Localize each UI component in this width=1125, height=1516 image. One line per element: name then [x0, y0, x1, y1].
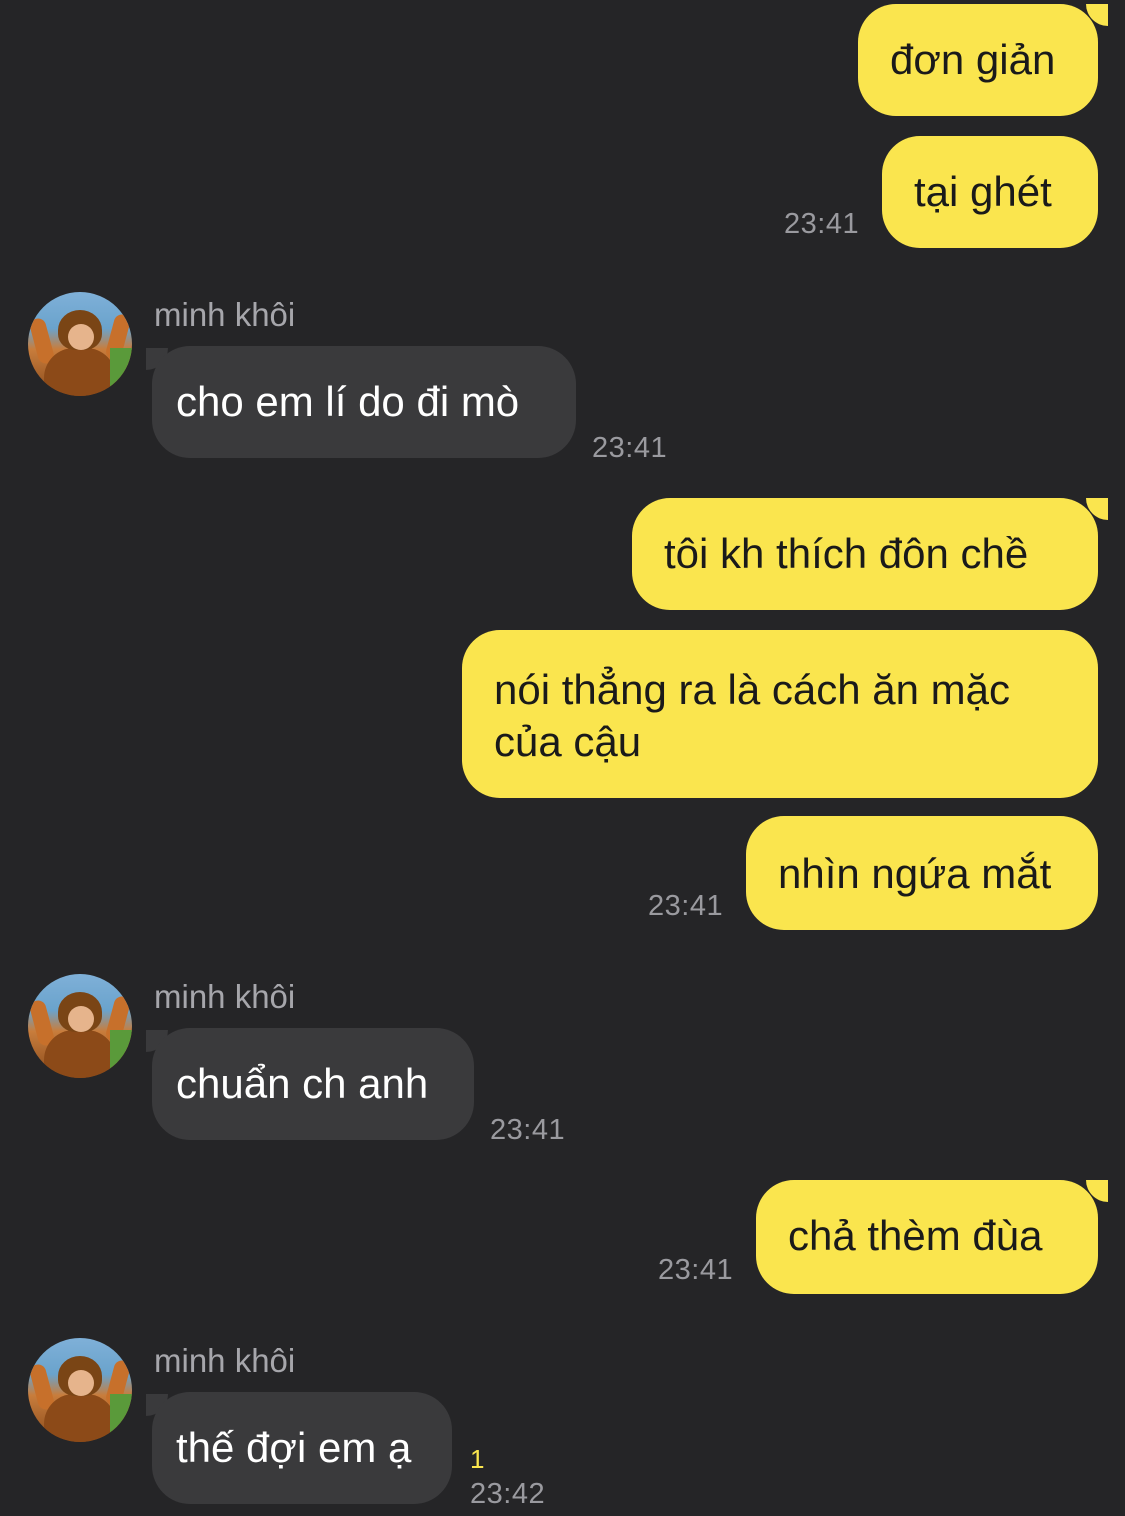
my-message-bubble[interactable]: nói thẳng ra là cách ăn mặc của cậu — [462, 630, 1098, 798]
avatar-costume — [44, 1030, 116, 1078]
my-message-bubble[interactable]: tôi kh thích đôn chề — [632, 498, 1098, 610]
sender-name: minh khôi — [154, 978, 296, 1015]
avatar-costume — [44, 1394, 116, 1442]
their-message-bubble[interactable]: thế đợi em ạ — [152, 1392, 452, 1504]
my-message-bubble[interactable]: tại ghét — [882, 136, 1098, 248]
my-message-bubble[interactable]: đơn giản — [858, 4, 1098, 116]
unread-count: 1 — [470, 1444, 485, 1474]
my-message-bubble[interactable]: chả thèm đùa — [756, 1180, 1098, 1294]
avatar-costume — [44, 348, 116, 396]
sender-name: minh khôi — [154, 296, 296, 333]
contact-avatar[interactable] — [28, 1338, 132, 1442]
message-timestamp: 23:41 — [784, 208, 860, 240]
avatar-face — [68, 324, 94, 350]
avatar-background-plant — [110, 348, 132, 388]
avatar-background-plant — [110, 1394, 132, 1434]
avatar-face — [68, 1006, 94, 1032]
avatar-background-plant — [110, 1030, 132, 1070]
my-message-bubble[interactable]: nhìn ngứa mắt — [746, 816, 1098, 930]
message-timestamp: 23:41 — [648, 890, 724, 922]
their-message-bubble[interactable]: chuẩn ch anh — [152, 1028, 474, 1140]
avatar-face — [68, 1370, 94, 1396]
message-timestamp: 23:41 — [658, 1254, 734, 1286]
their-message-bubble[interactable]: cho em lí do đi mò — [152, 346, 576, 458]
message-timestamp: 23:42 — [470, 1478, 546, 1510]
message-timestamp: 23:41 — [592, 432, 668, 464]
chat-thread[interactable]: đơn giản tại ghét 23:41 minh khôi cho em… — [0, 0, 1125, 1516]
contact-avatar[interactable] — [28, 974, 132, 1078]
message-timestamp: 23:41 — [490, 1114, 566, 1146]
contact-avatar[interactable] — [28, 292, 132, 396]
sender-name: minh khôi — [154, 1342, 296, 1379]
